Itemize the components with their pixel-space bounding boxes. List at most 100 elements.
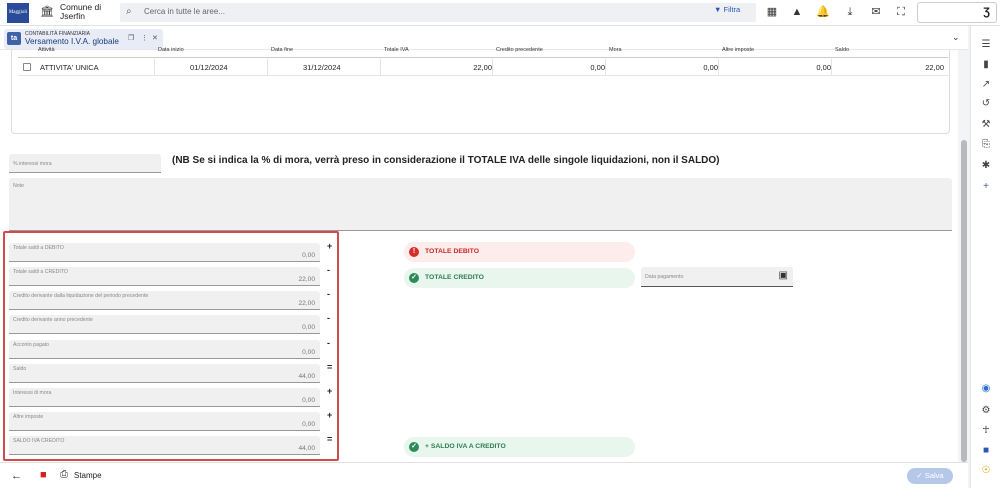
cell-data-fine: 31/12/2024 (303, 63, 341, 72)
operator-sign: - (327, 338, 330, 348)
tab-versamento-iva[interactable]: ta CONTABILITÀ FINANZIARIA Versamento I.… (4, 29, 163, 49)
filter-label: Filtra (723, 5, 741, 14)
more-icon[interactable]: ⋮ (141, 34, 148, 42)
totale-debito-label: TOTALE DEBITO (425, 248, 479, 255)
location-icon[interactable]: ◉ (979, 382, 993, 396)
header-saldo: Saldo (835, 47, 850, 53)
field-label: Acconto pagato (13, 342, 50, 348)
field-value: 0,00 (302, 324, 315, 331)
global-search-input[interactable]: ⌕ Cerca in tutte le aree... (120, 3, 756, 22)
accessibility-icon[interactable]: ☥ (979, 424, 993, 438)
saldo-field[interactable]: Saldo 44,00 (9, 364, 320, 383)
totale-credito-field[interactable]: Totale saldi a CREDITO 22,00 (9, 267, 320, 286)
row-checkbox[interactable] (23, 63, 31, 71)
mail-icon[interactable]: ✉ (869, 5, 883, 19)
delete-icon[interactable]: ■ (40, 469, 50, 481)
filter-button[interactable]: ▼ Filtra (714, 5, 740, 14)
maggioli-logo[interactable]: Maggioli (7, 3, 29, 23)
history-icon[interactable]: ↺ (979, 97, 993, 111)
comune-name[interactable]: Comune di Jserfin (60, 3, 101, 21)
cell-altre-imposte: 0,00 (816, 63, 831, 72)
gear-icon[interactable]: ⚙ (979, 404, 993, 418)
data-pagamento-label: Data pagamento (645, 274, 684, 280)
field-value: 0,00 (302, 421, 315, 428)
note-textarea[interactable]: Note (9, 178, 952, 231)
cell-attivita: ATTIVITA' UNICA (40, 63, 99, 72)
header-totale-iva: Totale IVA (384, 47, 409, 53)
save-button[interactable]: ✓ Salva (907, 468, 953, 484)
totale-debito-badge: ! TOTALE DEBITO (404, 242, 635, 262)
saldo-credito-label: + SALDO IVA A CREDITO (425, 443, 506, 450)
trend-icon[interactable]: ↗ (979, 78, 993, 92)
bell-icon[interactable]: 🔔 (816, 5, 830, 19)
chat-icon[interactable]: ■ (979, 444, 993, 458)
warning-icon[interactable]: ▲ (790, 5, 804, 19)
print-label: Stampe (74, 471, 102, 480)
tools-icon[interactable]: ⚒ (979, 118, 993, 132)
credito-anno-precedente-field[interactable]: Credito derivante anno precedente 0,00 (9, 315, 320, 334)
tab-bar: ta CONTABILITÀ FINANZIARIA Versamento I.… (0, 26, 968, 50)
dashboard-icon[interactable]: ▦ (765, 5, 779, 19)
interessi-di-mora-field[interactable]: Interessi di mora 0,00 (9, 388, 320, 407)
user-menu[interactable]: Ʒ (917, 2, 997, 23)
operator-sign: - (327, 265, 330, 275)
home-icon[interactable]: 🏛 (40, 5, 54, 19)
saldo-credito-badge: ✓ + SALDO IVA A CREDITO (404, 437, 635, 457)
network-icon[interactable]: ✱ (979, 159, 993, 173)
operator-sign: + (327, 386, 333, 396)
cell-saldo: 22,00 (925, 63, 944, 72)
table-header: Attività Data inizio Data fine Totale IV… (18, 47, 948, 58)
bookmark-icon[interactable]: ❐ (128, 34, 134, 42)
totale-credito-label: TOTALE CREDITO (425, 274, 484, 281)
activities-table: Attività Data inizio Data fine Totale IV… (11, 47, 950, 134)
field-value: 0,00 (302, 349, 315, 356)
nb-note-text: (NB Se si indica la % di mora, verrà pre… (172, 155, 720, 166)
interessi-mora-field[interactable]: % interessi mora (9, 154, 161, 173)
field-value: 0,00 (302, 252, 315, 259)
scrollbar-thumb[interactable] (961, 140, 967, 462)
altre-imposte-field[interactable]: Altre imposte 0,00 (9, 412, 320, 431)
support-icon[interactable]: ☉ (979, 464, 993, 478)
operator-sign: = (327, 362, 333, 372)
tab-title: Versamento I.V.A. globale (25, 37, 119, 46)
table-row[interactable]: ATTIVITA' UNICA 01/12/2024 31/12/2024 22… (18, 59, 948, 76)
bottom-action-bar: ← ■ ⎙ Stampe ✓ Salva (0, 462, 968, 488)
top-bar: Maggioli 🏛 Comune di Jserfin ⌕ Cerca in … (0, 0, 1000, 26)
download-icon[interactable]: ⤓ (843, 5, 857, 19)
field-value: 22,00 (298, 276, 315, 283)
operator-sign: - (327, 289, 330, 299)
check-icon: ✓ (409, 273, 419, 283)
field-label: Credito derivante dalla liquidazione del… (13, 293, 149, 299)
back-arrow-icon[interactable]: ← (11, 470, 22, 482)
calendar-icon[interactable]: ▣ (779, 270, 788, 281)
credito-periodo-precedente-field[interactable]: Credito derivante dalla liquidazione del… (9, 291, 320, 310)
header-data-inizio: Data inizio (158, 47, 184, 53)
list-icon[interactable]: ☰ (979, 38, 993, 52)
totale-debito-field[interactable]: Totale saldi a DEBITO 0,00 (9, 243, 320, 262)
acconto-pagato-field[interactable]: Acconto pagato 0,00 (9, 340, 320, 359)
fullscreen-icon[interactable]: ⛶ (894, 5, 908, 19)
chevron-down-icon[interactable]: ⌄ (952, 32, 960, 43)
header-attivita: Attività (38, 47, 55, 53)
field-label: Altre imposte (13, 414, 44, 420)
field-label: Credito derivante anno precedente (13, 317, 93, 323)
close-tab-icon[interactable]: ✕ (152, 34, 158, 42)
header-credito-precedente: Credito precedente (496, 47, 543, 53)
copy-icon[interactable]: ⎘ (979, 138, 993, 152)
field-value: 44,00 (298, 445, 315, 452)
header-data-fine: Data fine (271, 47, 294, 53)
add-icon[interactable]: + (979, 180, 993, 194)
book-icon[interactable]: ▮ (979, 58, 993, 72)
cell-data-inizio: 01/12/2024 (190, 63, 228, 72)
data-pagamento-field[interactable]: Data pagamento ▣ (641, 267, 793, 287)
field-value: 0,00 (302, 397, 315, 404)
printer-icon: ⎙ (60, 469, 68, 480)
search-placeholder: Cerca in tutte le aree... (144, 7, 225, 16)
main-content: Attività Data inizio Data fine Totale IV… (0, 47, 958, 462)
interessi-mora-label: % interessi mora (13, 161, 52, 167)
saldo-iva-credito-field[interactable]: SALDO IVA CREDITO 44,00 (9, 436, 320, 455)
cell-totale-iva: 22,00 (473, 63, 492, 72)
field-label: Totale saldi a CREDITO (13, 269, 68, 275)
header-altre-imposte: Altre imposte (722, 47, 755, 53)
operator-sign: + (327, 410, 333, 420)
